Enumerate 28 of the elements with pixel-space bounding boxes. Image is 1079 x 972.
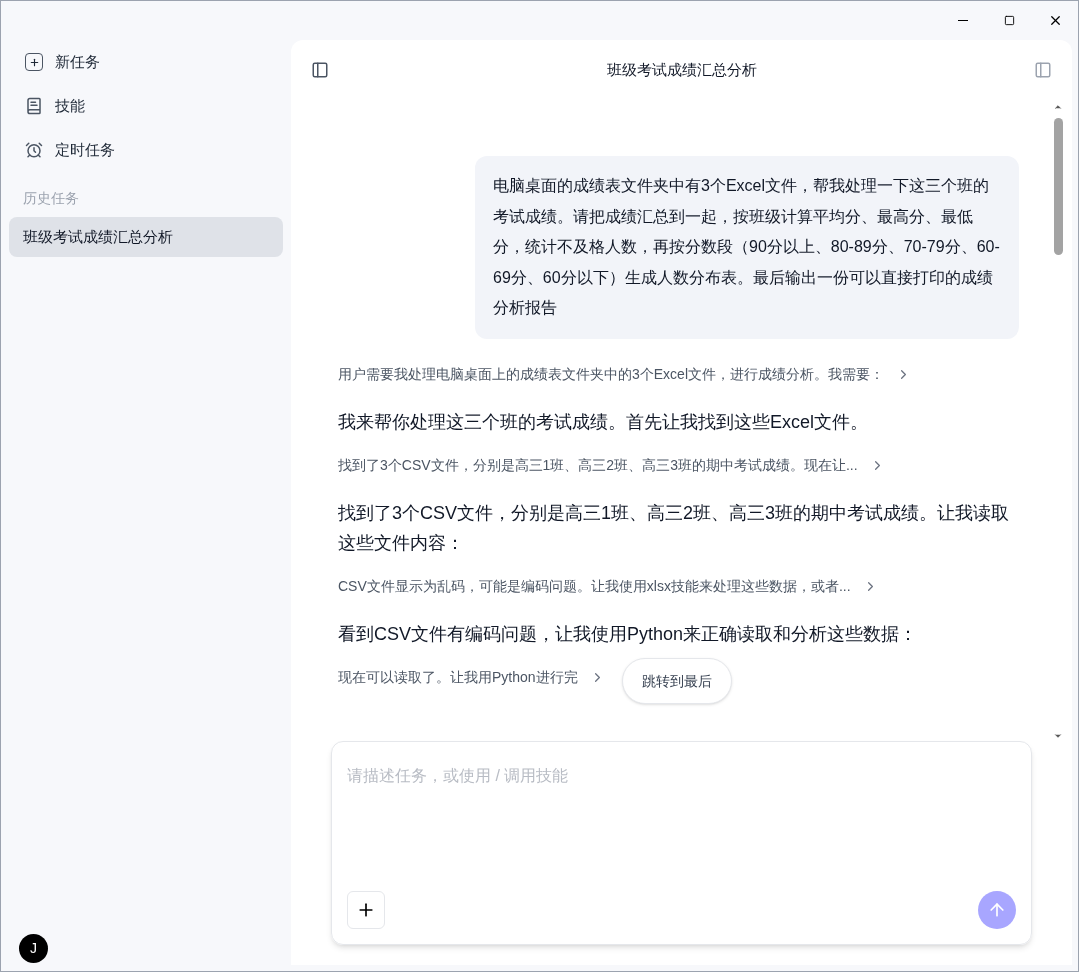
jump-to-end-button[interactable]: 跳转到最后 (622, 658, 732, 704)
add-button[interactable] (347, 891, 385, 929)
section-heading: 历史任务 (22, 189, 80, 208)
user-message: 电脑桌面的成绩表文件夹中有3个Excel文件，帮我处理一下这三个班的考试成绩。请把成绩汇总到一起，按班级计算平均分、最高分、最低分，统计不及格人数，再按分数段（90分以上、80-89分、70-79分、60-69分、60分以下）生成人数分布表。最后输出一份可以直接打印的成绩分析报告 (475, 156, 1019, 339)
task-input-field[interactable]: 请描述任务，或使用 / 调用技能 (331, 741, 1032, 945)
scroll-down-icon[interactable] (1053, 731, 1063, 741)
thinking-step[interactable]: 找到了3个CSV文件，分别是高三1班、高三2班、高三3班的期中考试成绩。现在让... (338, 453, 1019, 478)
minimize-icon (958, 20, 968, 21)
sidebar-toggle-icon[interactable] (311, 61, 329, 79)
alarm-clock-icon (25, 141, 43, 159)
history-item[interactable]: 班级考试成绩汇总分析 (9, 217, 283, 257)
send-button[interactable] (978, 891, 1016, 929)
thinking-step[interactable]: 用户需要我处理电脑桌面上的成绩表文件夹中的3个Excel文件，进行成绩分析。我需要： (338, 362, 1019, 387)
panel-toggle-icon[interactable] (1034, 61, 1052, 79)
assistant-message: 看到CSV文件有编码问题，让我使用Python来正确读取和分析这些数据： (338, 622, 919, 646)
add-task-icon (25, 53, 43, 71)
scroll-up-icon[interactable] (1053, 102, 1063, 112)
scrollbar-thumb[interactable] (1053, 118, 1063, 255)
maximize-icon (1003, 15, 1015, 26)
sidebar-item[interactable]: 新任务 (9, 40, 283, 84)
assistant-message: 找到了3个CSV文件，分别是高三1班、高三2班、高三3班的期中考试成绩。让我读取这些文件内容： (338, 501, 1011, 555)
task-input[interactable]: 请描述任务，或使用 / 调用技能 (347, 764, 1016, 891)
sidebar-item[interactable]: 技能 (9, 84, 283, 128)
assistant-message: 我来帮你处理这三个班的考试成绩。首先让我找到这些Excel文件。 (338, 410, 869, 434)
thinking-step[interactable]: CSV文件显示为乱码，可能是编码问题。让我使用xlsx技能来处理这些数据，或者... (338, 574, 1019, 599)
conversation-title: 班级考试成绩汇总分析 (606, 59, 757, 80)
sidebar-item[interactable]: 定时任务 (9, 128, 283, 172)
user-avatar[interactable]: J (19, 934, 48, 963)
